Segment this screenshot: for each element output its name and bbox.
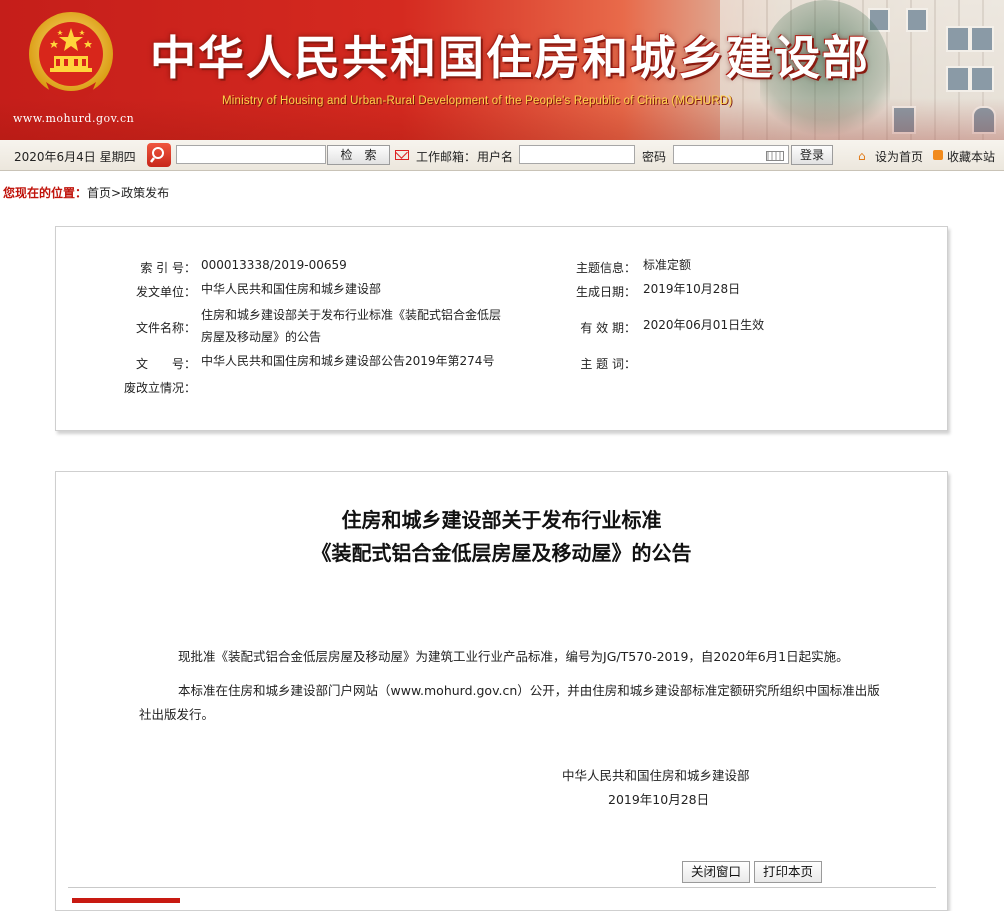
topic-value: 标准定额	[643, 258, 692, 272]
breadcrumb-separator: >	[111, 186, 122, 200]
keyboard-icon[interactable]	[766, 151, 784, 161]
print-page-button[interactable]: 打印本页	[754, 861, 822, 883]
search-input[interactable]	[176, 145, 326, 164]
article-paragraph-2-line1: 本标准在住房和城乡建设部门户网站（www.mohurd.gov.cn）公开，并由…	[178, 683, 880, 698]
username-field[interactable]	[519, 145, 635, 164]
breadcrumb-section[interactable]: 政策发布	[121, 186, 169, 200]
created-label: 生成日期：	[575, 285, 636, 299]
set-home-link[interactable]: 设为首页	[875, 148, 923, 165]
site-subtitle: Ministry of Housing and Urban-Rural Deve…	[222, 95, 733, 107]
article-title-line2: 《装配式铝合金低层房屋及移动屋》的公告	[311, 541, 692, 565]
mail-label: 工作邮箱：	[416, 150, 477, 164]
search-icon[interactable]	[147, 143, 171, 167]
mail-icon	[395, 150, 409, 160]
docname-value-line1: 住房和城乡建设部关于发布行业标准《装配式铝合金低层	[201, 308, 502, 322]
close-window-button[interactable]: 关闭窗口	[682, 861, 750, 883]
password-label: 密码	[642, 150, 667, 164]
document-info-panel: 索 引 号： 000013338/2019-00659 发文单位： 中华人民共和…	[55, 226, 948, 431]
header-banner: www.mohurd.gov.cn 中华人民共和国住房和城乡建设部 Minist…	[0, 0, 1004, 140]
breadcrumb-home[interactable]: 首页	[87, 186, 111, 200]
rss-icon	[933, 150, 943, 160]
site-url: www.mohurd.gov.cn	[13, 112, 135, 125]
valid-label: 有 效 期：	[580, 321, 636, 335]
home-icon: ⌂	[858, 149, 866, 163]
docno-value: 中华人民共和国住房和城乡建设部公告2019年第274号	[201, 354, 495, 368]
article-paragraph-1: 现批准《装配式铝合金低层房屋及移动屋》为建筑工业行业产品标准，编号为JG/T57…	[178, 649, 849, 664]
docno-label: 文 号：	[135, 357, 196, 371]
valid-value: 2020年06月01日生效	[643, 318, 765, 332]
site-title: 中华人民共和国住房和城乡建设部	[150, 31, 870, 85]
docname-value-line2: 房屋及移动屋》的公告	[201, 330, 322, 344]
created-value: 2019年10月28日	[643, 282, 741, 296]
sign-date: 2019年10月28日	[608, 792, 710, 807]
docname-label: 文件名称：	[135, 321, 196, 335]
national-emblem-icon	[29, 12, 113, 98]
divider	[68, 887, 936, 888]
current-date: 2020年6月4日 星期四	[14, 150, 136, 164]
breadcrumb: 您现在的位置：首页>政策发布	[3, 184, 169, 201]
username-label: 用户名	[477, 150, 514, 164]
article-title-line1: 住房和城乡建设部关于发布行业标准	[341, 508, 662, 532]
topic-label: 主题信息：	[575, 261, 636, 275]
bookmark-link[interactable]: 收藏本站	[947, 148, 995, 165]
breadcrumb-label: 您现在的位置：	[3, 186, 88, 200]
issuer-label: 发文单位：	[135, 285, 196, 299]
abolish-label: 废改立情况：	[123, 381, 196, 395]
red-accent-bar	[72, 898, 180, 903]
login-button[interactable]: 登录	[791, 145, 833, 165]
issuer-value: 中华人民共和国住房和城乡建设部	[201, 282, 382, 296]
signer: 中华人民共和国住房和城乡建设部	[562, 768, 750, 783]
index-value: 000013338/2019-00659	[201, 258, 347, 272]
article-paragraph-2-line2: 社出版发行。	[139, 707, 215, 722]
keywords-label: 主 题 词：	[580, 357, 636, 371]
search-button[interactable]: 检 索	[327, 145, 390, 165]
index-label: 索 引 号：	[140, 261, 196, 275]
